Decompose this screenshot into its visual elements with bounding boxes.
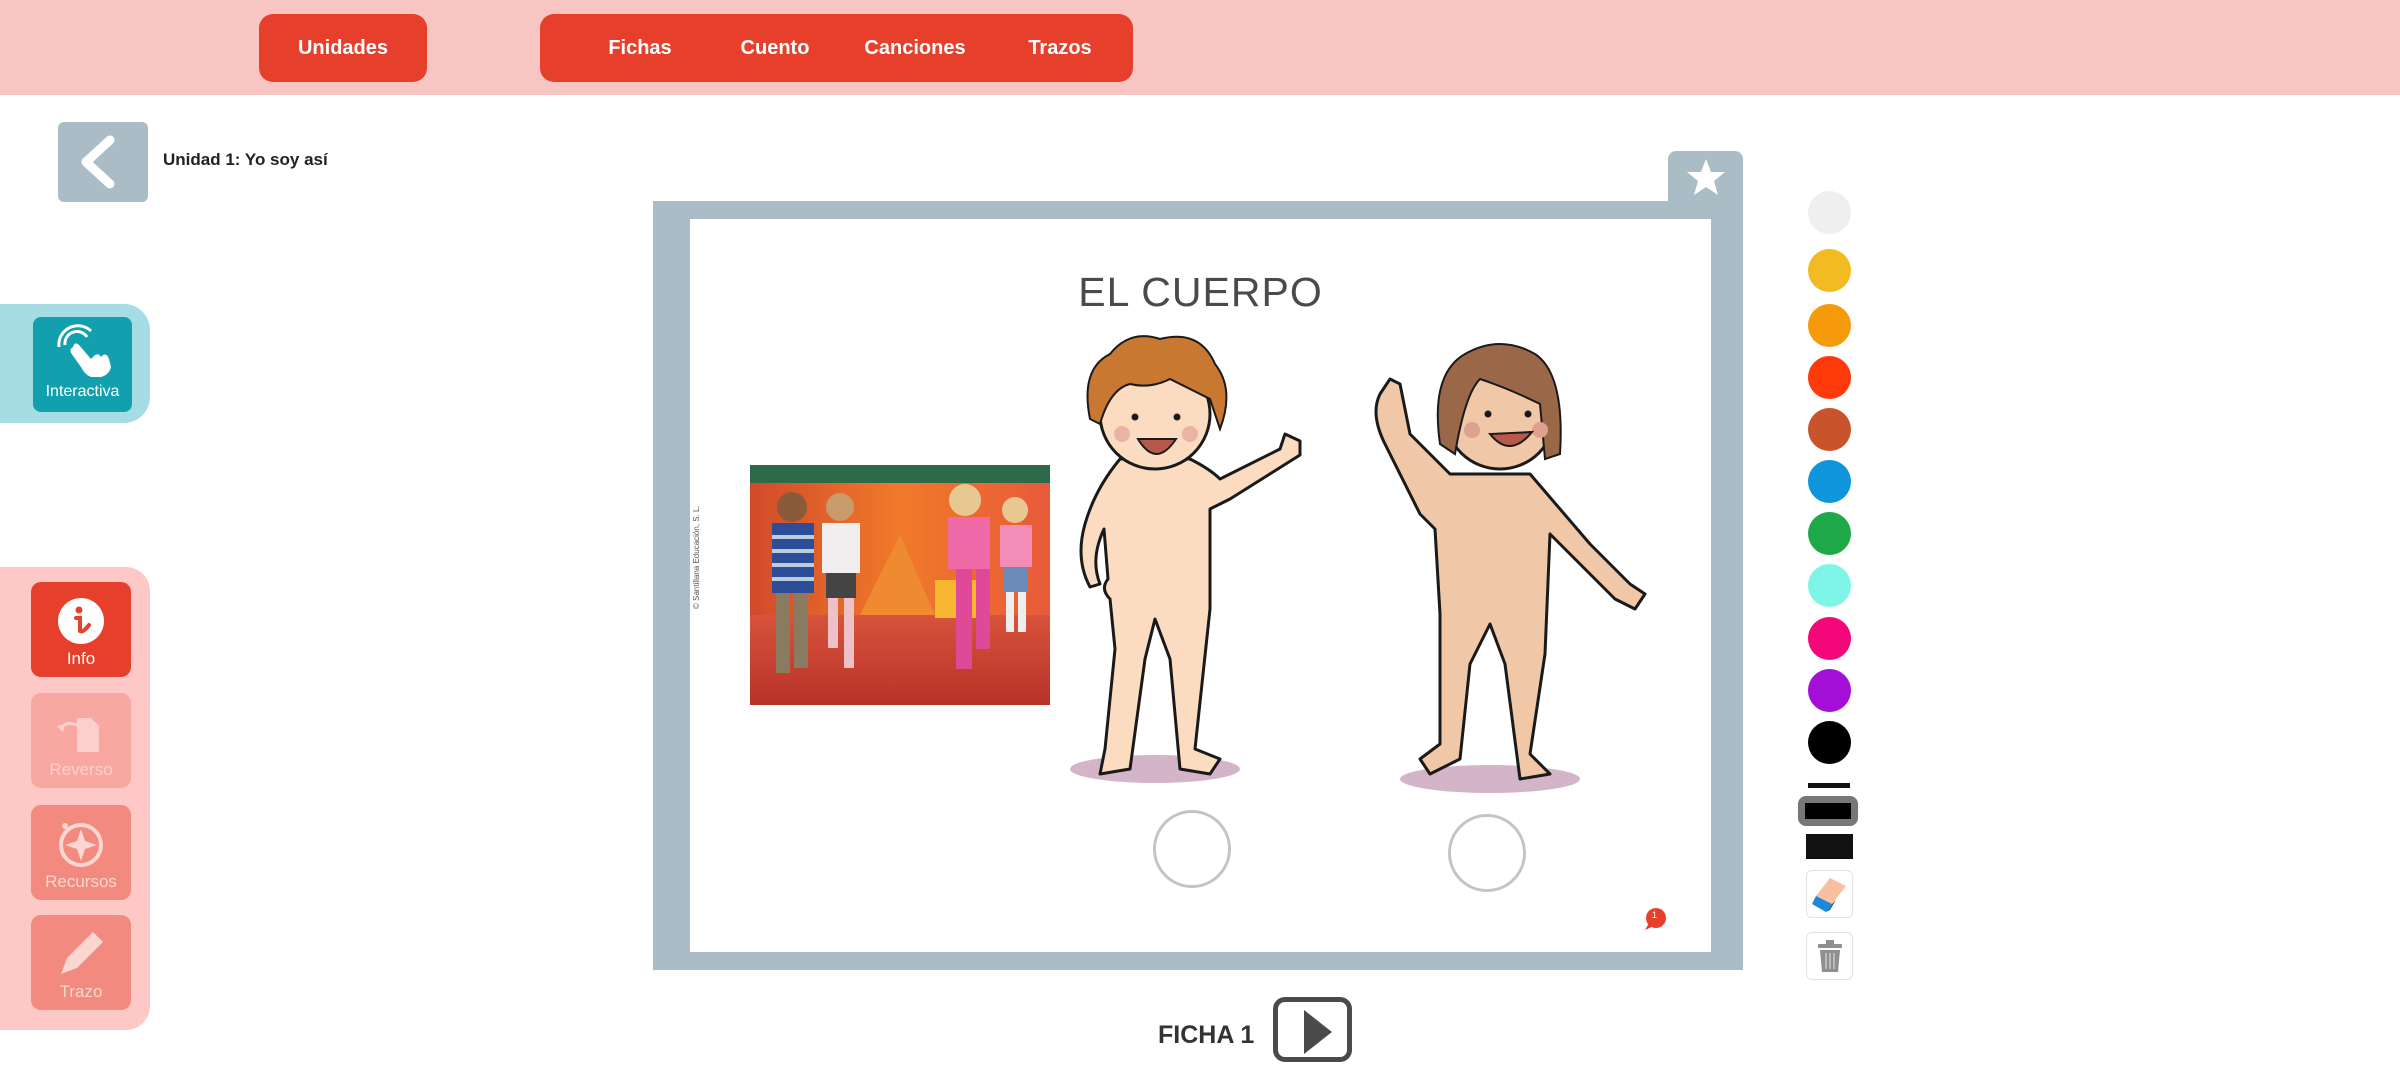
next-ficha-button[interactable] xyxy=(1273,997,1352,1062)
trash-button[interactable] xyxy=(1806,932,1853,980)
recursos-label: Recursos xyxy=(45,872,117,891)
info-button[interactable]: Info xyxy=(31,582,131,677)
info-icon xyxy=(58,598,104,644)
comment-count: 1 xyxy=(1652,910,1658,920)
recursos-button[interactable]: Recursos xyxy=(31,805,131,900)
answer-circle-girl[interactable] xyxy=(1448,814,1526,892)
unidades-button[interactable]: Unidades xyxy=(259,14,427,82)
color-swatch-9[interactable] xyxy=(1808,669,1851,712)
reverso-button[interactable]: Reverso xyxy=(31,693,131,788)
color-swatch-4[interactable] xyxy=(1808,408,1851,451)
trazo-label: Trazo xyxy=(59,982,103,1001)
worksheet-title: EL CUERPO xyxy=(1078,269,1323,315)
trash-icon xyxy=(1817,940,1842,972)
nav-canciones[interactable]: Canciones xyxy=(850,14,980,82)
worksheet-page[interactable]: EL CUERPO © Santillana Educación, S. L. xyxy=(690,219,1711,952)
answer-circle-boy[interactable] xyxy=(1153,810,1231,888)
reverso-label: Reverso xyxy=(49,760,113,779)
eraser-icon xyxy=(1811,878,1846,912)
unit-title: Unidad 1: Yo soy así xyxy=(163,150,328,169)
children-photo xyxy=(750,465,1050,705)
star-icon xyxy=(1687,159,1725,195)
color-swatch-6[interactable] xyxy=(1808,512,1851,555)
play-next-icon xyxy=(1304,1010,1332,1054)
back-button[interactable] xyxy=(58,122,148,202)
color-swatch-2[interactable] xyxy=(1808,304,1851,347)
color-swatch-5[interactable] xyxy=(1808,460,1851,503)
nav-trazos[interactable]: Trazos xyxy=(1000,14,1120,82)
stroke-thin[interactable] xyxy=(1808,783,1850,788)
interactiva-label: Interactiva xyxy=(45,383,120,400)
pencil-icon xyxy=(61,932,103,974)
main-nav: Fichas Cuento Canciones Trazos xyxy=(540,14,1133,82)
stroke-medium-selected[interactable] xyxy=(1798,796,1858,826)
color-swatch-0[interactable] xyxy=(1808,191,1851,234)
nav-fichas[interactable]: Fichas xyxy=(580,14,700,82)
color-swatch-7[interactable] xyxy=(1808,564,1851,607)
color-swatch-8[interactable] xyxy=(1808,617,1851,660)
copyright-text: © Santillana Educación, S. L. xyxy=(692,505,701,609)
eraser-button[interactable] xyxy=(1806,870,1853,918)
boy-illustration xyxy=(1070,335,1302,783)
color-swatch-1[interactable] xyxy=(1808,249,1851,292)
color-swatch-10[interactable] xyxy=(1808,721,1851,764)
tap-hand-icon xyxy=(57,324,111,377)
chevron-left-icon xyxy=(81,135,115,189)
comment-bubble[interactable]: 1 xyxy=(1643,907,1666,930)
girl-illustration xyxy=(1374,343,1647,793)
color-swatch-3[interactable] xyxy=(1808,356,1851,399)
interactiva-button[interactable]: Interactiva xyxy=(33,317,132,412)
stroke-thick[interactable] xyxy=(1806,834,1853,859)
page-flip-icon xyxy=(57,718,99,752)
compass-icon xyxy=(59,823,103,867)
trazo-button[interactable]: Trazo xyxy=(31,915,131,1010)
ficha-label: FICHA 1 xyxy=(1158,1021,1255,1049)
info-label: Info xyxy=(66,649,96,668)
nav-cuento[interactable]: Cuento xyxy=(715,14,835,82)
